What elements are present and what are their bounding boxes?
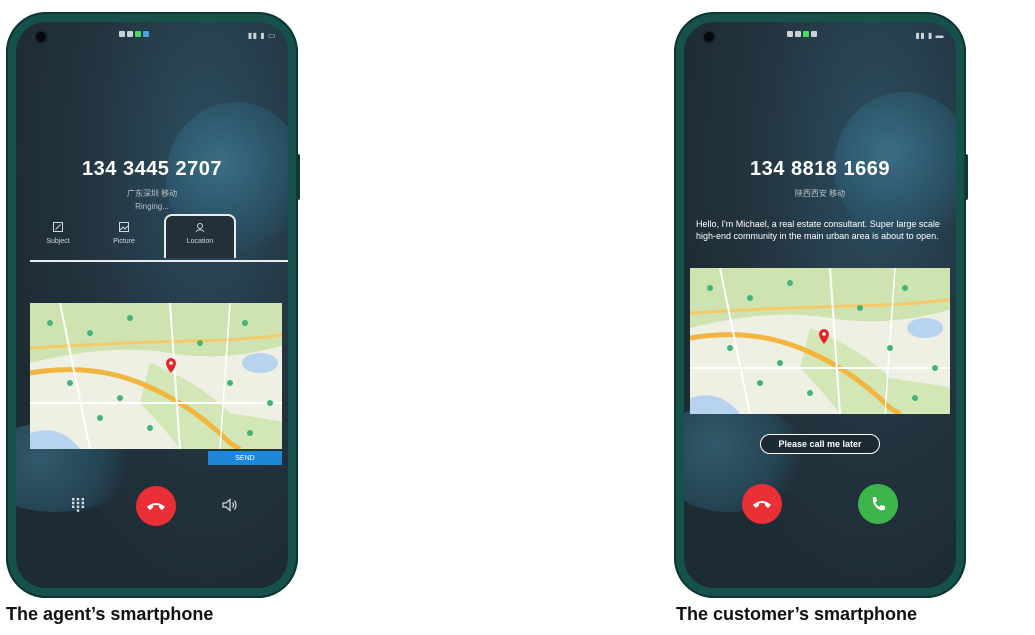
tab-location[interactable]: Location xyxy=(164,214,236,258)
tab-label: Picture xyxy=(113,238,135,245)
agent-screen: ▮▮ ▮ ▭ 134 3445 2707 广东深圳 移动 Ringing... … xyxy=(16,22,288,588)
agent-phone: ▮▮ ▮ ▭ 134 3445 2707 广东深圳 移动 Ringing... … xyxy=(6,12,300,598)
location-map[interactable] xyxy=(30,303,282,449)
customer-caption: The customer’s smartphone xyxy=(676,604,918,624)
edit-icon xyxy=(53,222,63,232)
send-button[interactable]: SEND xyxy=(208,451,282,465)
status-icons xyxy=(787,31,817,37)
status-icons xyxy=(119,31,149,37)
share-tabs: Subject Picture Location xyxy=(30,214,288,262)
caller-message: Hello, I'm Michael, a real estate consul… xyxy=(696,219,940,241)
status-bar: ▮▮ ▮ ▬ xyxy=(684,22,956,50)
status-right: ▮▮ ▮ ▬ xyxy=(915,31,944,40)
front-camera xyxy=(36,32,46,42)
location-map[interactable] xyxy=(690,268,950,414)
call-status: Ringing... xyxy=(135,202,169,211)
caller-location: 陕西西安 移动 xyxy=(794,189,846,198)
map-graphic xyxy=(690,268,950,414)
tab-picture[interactable]: Picture xyxy=(96,216,152,258)
tab-label: Subject xyxy=(46,238,70,245)
caller-number: 134 8818 1669 xyxy=(750,158,890,180)
side-button xyxy=(296,154,300,200)
image-icon xyxy=(119,222,129,232)
status-right: ▮▮ ▮ ▭ xyxy=(247,31,276,40)
tab-label: Location xyxy=(186,238,214,245)
answer-button[interactable] xyxy=(858,484,898,524)
quick-reply-button[interactable]: Please call me later xyxy=(760,434,880,454)
side-button xyxy=(964,154,968,200)
hangup-button[interactable] xyxy=(136,486,176,526)
hangup-button[interactable] xyxy=(742,484,782,524)
status-bar: ▮▮ ▮ ▭ xyxy=(16,22,288,50)
tab-subject[interactable]: Subject xyxy=(30,216,86,258)
phone-hangup-icon xyxy=(147,503,165,510)
caller-location: 广东深圳 移动 xyxy=(126,189,178,198)
keypad-icon[interactable] xyxy=(72,498,84,514)
customer-screen: ▮▮ ▮ ▬ 134 8818 1669 陕西西安 移动 Hello, I'm … xyxy=(684,22,956,588)
map-graphic xyxy=(30,303,282,449)
caller-number: 134 3445 2707 xyxy=(82,158,222,180)
phone-hangup-icon xyxy=(753,501,771,508)
agent-caption: The agent’s smartphone xyxy=(6,604,214,624)
front-camera xyxy=(704,32,714,42)
customer-phone: ▮▮ ▮ ▬ 134 8818 1669 陕西西安 移动 Hello, I'm … xyxy=(674,12,968,598)
speaker-icon[interactable] xyxy=(222,498,238,514)
location-icon xyxy=(195,223,205,232)
phone-answer-icon xyxy=(872,497,885,511)
